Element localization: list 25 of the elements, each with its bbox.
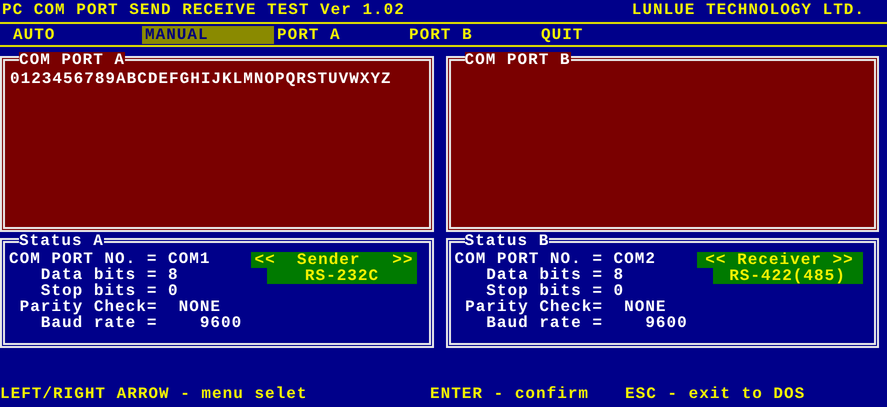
status-line: Baud rate = 9600 [486,315,689,331]
status-line: Stop bits = 0 [486,283,626,299]
status-line: Parity Check= NONE [18,299,222,315]
status-line: Baud rate = 9600 [40,315,244,331]
menu-item[interactable]: PORT B [406,26,538,44]
status-line: Data bits = 8 [40,267,180,283]
company-name: LUNLUE TECHNOLOGY LTD. [632,2,865,20]
role-label: << Receiver >> [696,252,862,268]
menu-item[interactable]: AUTO [10,26,142,44]
app-title: PC COM PORT SEND RECEIVE TEST Ver 1.02 [2,2,405,20]
status-line: Stop bits = 0 [40,283,180,299]
status-line: COM PORT NO. = COM1 [9,251,212,267]
status-line: Parity Check= NONE [464,299,668,315]
interface-label: RS-232C [267,268,417,284]
key-hint: LEFT/RIGHT ARROW - menu selet [0,386,308,402]
status-line: Data bits = 8 [485,267,626,283]
menu-item[interactable]: MANUAL [142,26,274,44]
role-label: << Sender >> [251,252,417,268]
key-hint: ESC - exit to DOS [625,386,806,402]
status-line: COM PORT NO. = COM2 [454,251,657,267]
received-text: 0123456789ABCDEFGHIJKLMNOPQRSTUVWXYZ [10,70,392,88]
key-hint: ENTER - confirm [430,386,590,402]
menu-item[interactable]: QUIT [538,26,670,44]
menu-item[interactable]: PORT A [274,26,406,44]
interface-label: RS-422(485) [712,268,862,284]
